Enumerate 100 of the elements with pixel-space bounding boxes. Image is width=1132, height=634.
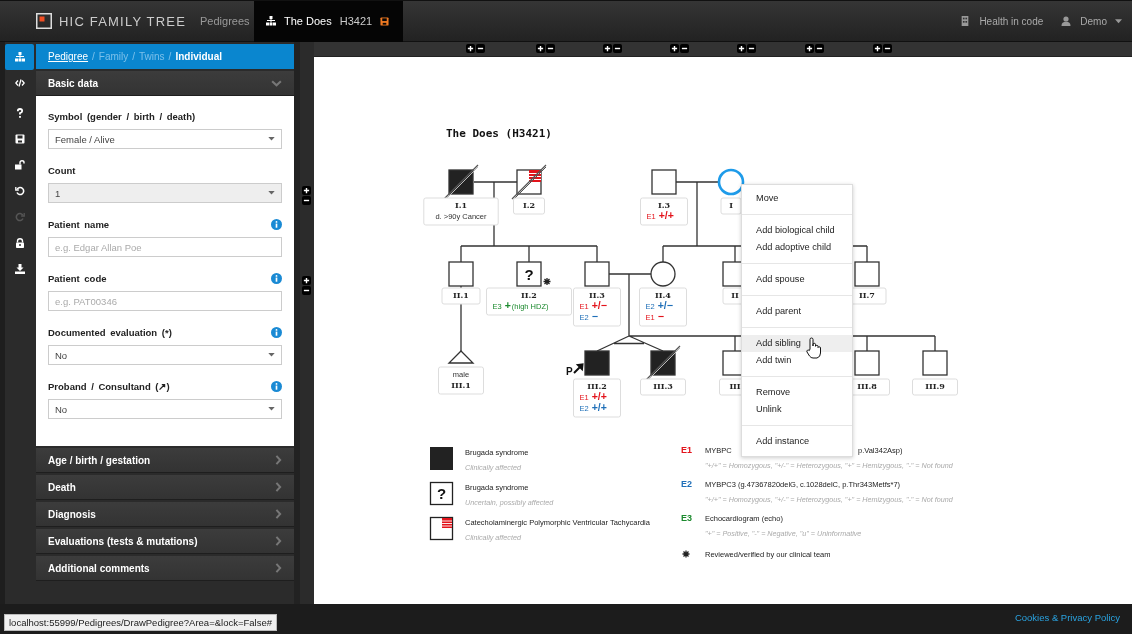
triangle-symbol[interactable] [447, 350, 475, 364]
add-generation-button[interactable] [302, 276, 311, 285]
add-member-button[interactable] [603, 44, 612, 53]
info-icon[interactable] [271, 272, 282, 284]
asterisk-icon [681, 549, 691, 559]
menu-item[interactable]: Remove [742, 384, 852, 401]
square-symbol[interactable] [645, 345, 681, 381]
individual-id: II.1 [453, 290, 469, 300]
partial-symbol [429, 516, 454, 541]
square-symbol[interactable] [516, 261, 542, 287]
menu-item[interactable]: Add adoptive child [742, 239, 852, 256]
floppy-icon [14, 134, 25, 144]
menu-item[interactable]: Unlink [742, 401, 852, 418]
remove-generation-button[interactable] [302, 286, 311, 295]
remove-member-button[interactable] [613, 44, 622, 53]
affected-symbol [430, 447, 453, 470]
label-card [438, 366, 484, 395]
privacy-link[interactable]: Cookies & Privacy Policy [1014, 612, 1120, 623]
arrow-icon [573, 363, 584, 374]
section-header[interactable]: Basic data [36, 71, 294, 96]
info-icon[interactable] [271, 218, 282, 230]
breadcrumb-current: Individual [175, 51, 223, 62]
add-member-button[interactable] [670, 44, 679, 53]
remove-member-button[interactable] [815, 44, 824, 53]
uncertain-mark: ? [436, 485, 447, 502]
remove-generation-button[interactable] [302, 196, 311, 205]
section-header[interactable]: Age / birth / gestation [36, 448, 294, 473]
info-icon[interactable] [271, 380, 282, 392]
field-label: Symbol (gender / birth / death) [48, 110, 196, 122]
user-menu[interactable]: Demo [1080, 15, 1107, 27]
circle-symbol[interactable] [650, 261, 676, 287]
menu-item[interactable]: Add instance [742, 433, 852, 450]
input-field[interactable]: e.g. PAT00346 [48, 291, 282, 311]
add-member-button[interactable] [737, 44, 746, 53]
add-member-button[interactable] [873, 44, 882, 53]
pedigree-tab[interactable]: The Does H3421 [254, 0, 404, 42]
menu-item[interactable]: Add spouse [742, 271, 852, 288]
input-field[interactable]: e.g. Edgar Allan Poe [48, 237, 282, 257]
select-field[interactable]: No [48, 345, 282, 365]
breadcrumb-separator: / [92, 51, 95, 62]
section-header[interactable]: Death [36, 475, 294, 500]
add-generation-button[interactable] [302, 186, 311, 195]
label-card [441, 287, 481, 305]
field-label: Documented evaluation (*) [48, 326, 172, 338]
building-icon [960, 16, 971, 26]
logo-icon [36, 13, 52, 29]
individual-id: III.8 [857, 381, 877, 391]
individual-id: I [729, 200, 733, 210]
caret-icon [268, 137, 275, 141]
help-icon [14, 108, 25, 118]
remove-member-button[interactable] [680, 44, 689, 53]
individual-id: III.9 [925, 381, 945, 391]
remove-member-button[interactable] [747, 44, 756, 53]
field-label: Proband / Consultand (↗) [48, 380, 170, 392]
section-header[interactable]: Evaluations (tests & mutations) [36, 529, 294, 554]
menu-item[interactable]: Add twin [742, 352, 852, 369]
caret-icon [268, 407, 275, 411]
add-member-button[interactable] [805, 44, 814, 53]
menu-item[interactable]: Add parent [742, 303, 852, 320]
remove-member-button[interactable] [546, 44, 555, 53]
hierarchy-icon [14, 52, 25, 62]
section-header[interactable]: Diagnosis [36, 502, 294, 527]
undo-icon [14, 186, 25, 196]
evaluation-code: E1 [681, 445, 692, 455]
section-header[interactable]: Additional comments [36, 556, 294, 581]
add-member-button[interactable] [466, 44, 475, 53]
remove-member-button[interactable] [883, 44, 892, 53]
chevron-right-icon [275, 563, 282, 573]
code-icon [14, 78, 25, 88]
individual-id: II.2 [521, 290, 537, 300]
remove-member-button[interactable] [476, 44, 485, 53]
menu-item[interactable]: Add biological child [742, 222, 852, 239]
redo-icon [14, 212, 25, 222]
chevron-right-icon [275, 482, 282, 492]
app-title: HIC FAMILY TREE [59, 13, 187, 29]
menu-item[interactable]: Move [742, 190, 852, 207]
caret-icon [268, 353, 275, 357]
label-card [639, 287, 687, 327]
select-field[interactable]: No [48, 399, 282, 419]
square-symbol[interactable] [443, 164, 479, 200]
individual-id: I.1 [454, 200, 468, 210]
menu-item[interactable]: Add sibling [742, 335, 852, 352]
organization-name[interactable]: Health in code [979, 15, 1044, 27]
caret-icon [268, 191, 275, 195]
label-card [573, 378, 621, 418]
select-field[interactable]: Female / Alive [48, 129, 282, 149]
breadcrumb-link[interactable]: Pedigree [48, 51, 89, 62]
save-icon[interactable] [380, 16, 390, 26]
info-icon[interactable] [271, 326, 282, 338]
status-url: localhost:55999/Pedigrees/DrawPedigree?Area=&lock=False# [4, 614, 277, 631]
nav-link[interactable]: Pedigrees [200, 15, 254, 27]
evaluation-code: E2 [681, 479, 692, 489]
individual-id: I.3 [657, 200, 671, 210]
field-label: Patient name [48, 218, 110, 230]
proband-label: P [566, 366, 573, 377]
add-member-button[interactable] [536, 44, 545, 53]
individual-id: II.3 [589, 290, 605, 300]
breadcrumb-separator: / [132, 51, 136, 62]
caret-icon[interactable] [1115, 18, 1122, 24]
individual-id: III [729, 381, 741, 391]
